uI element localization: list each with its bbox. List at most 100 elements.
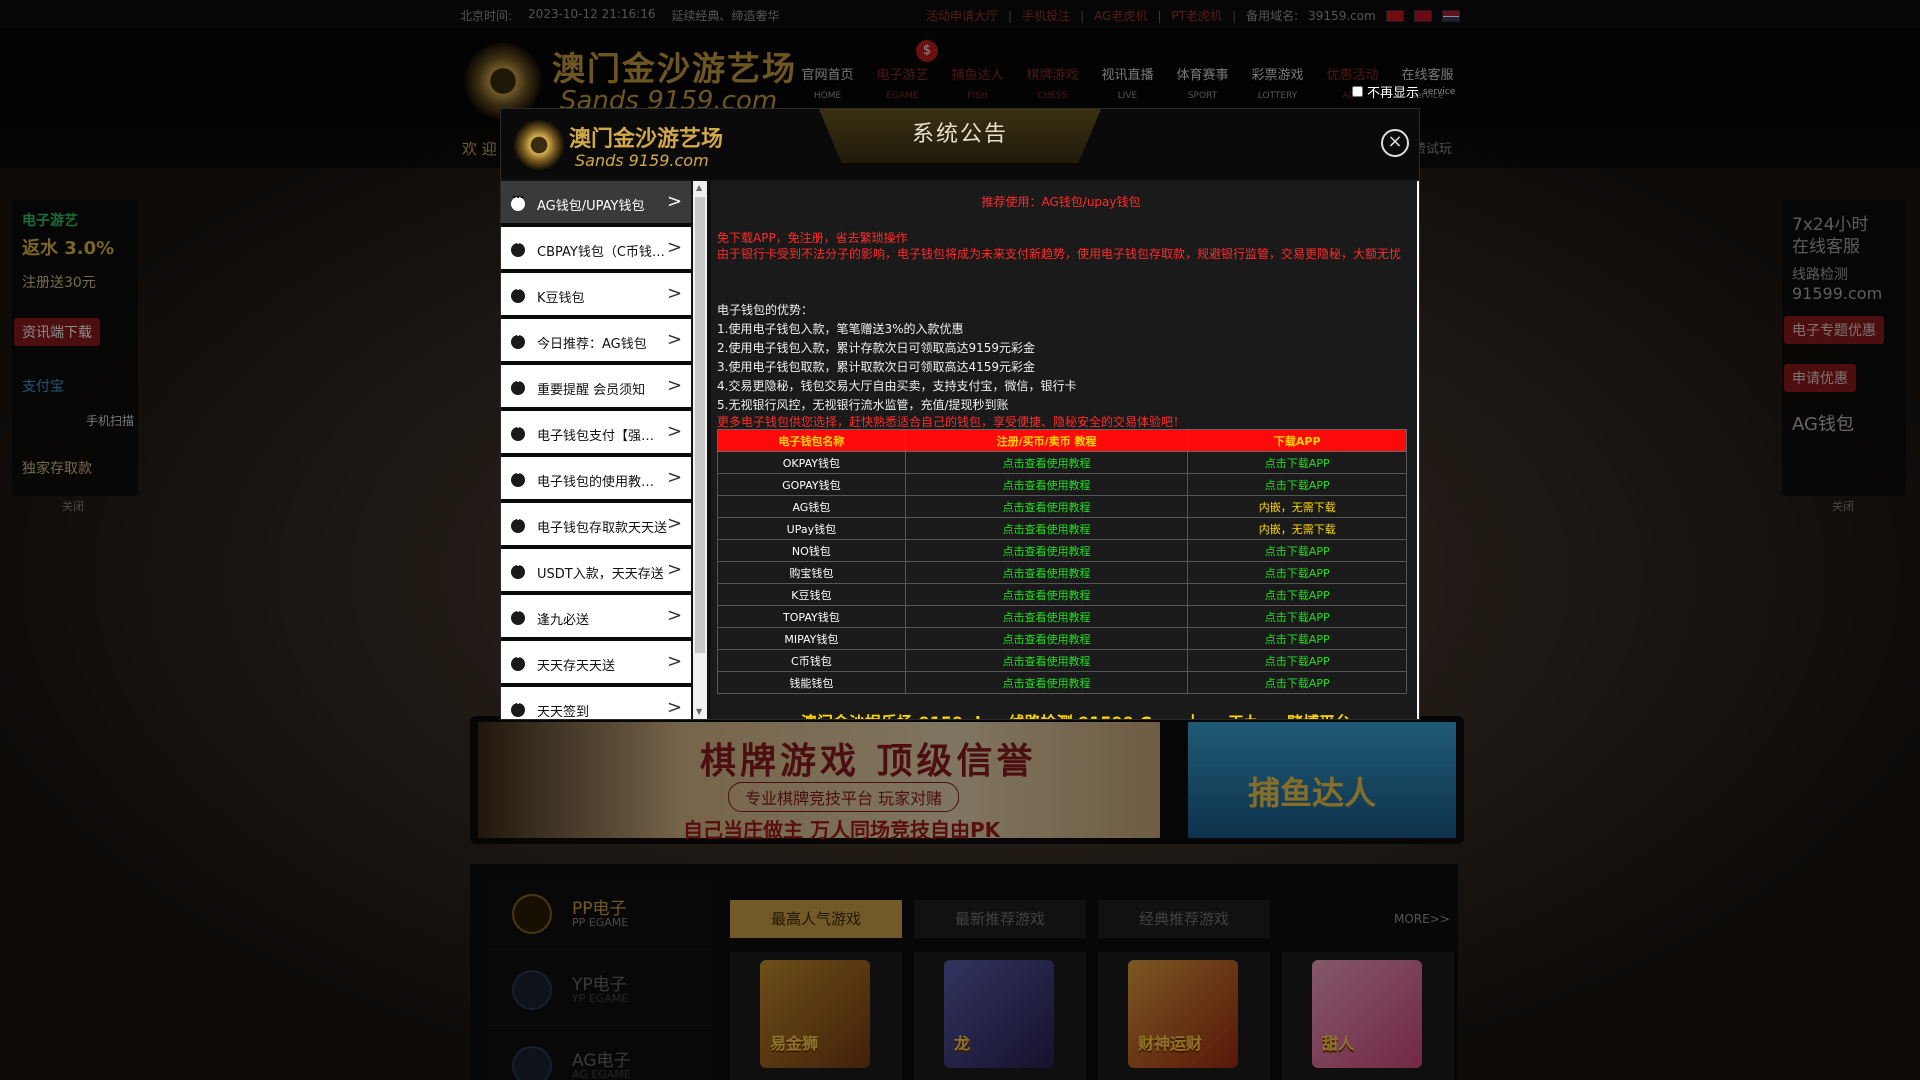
list-item[interactable]: 今日推荐：AG钱包> [501,319,691,363]
list-item[interactable]: 重要提醒 会员须知> [501,365,691,409]
tutorial-link[interactable]: 点击查看使用教程 [904,605,1189,628]
list-item[interactable]: 逢九必送> [501,595,691,639]
service-label: service [1423,86,1456,97]
list-item[interactable]: 电子钱包的使用教程说明> [501,457,691,501]
download-link[interactable]: 点击下载APP [1187,561,1407,584]
chat-icon [511,377,525,395]
chevron-right-icon: > [667,605,683,626]
chat-icon [511,607,525,625]
tutorial-link[interactable]: 点击查看使用教程 [904,627,1189,650]
chevron-right-icon: > [667,237,683,258]
table-row: 钱能钱包 点击查看使用教程 点击下载APP [717,671,1407,694]
chevron-right-icon: > [667,513,683,534]
embedded-note: 内嵌，无需下载 [1187,517,1407,540]
chat-icon [511,653,525,671]
announcement-content: 推荐使用：AG钱包/upay钱包 免下载APP，免注册，省去繁琐操作 由于银行卡… [711,181,1419,719]
chat-icon [511,331,525,349]
modal-logo-cn: 澳门金沙游艺场 [569,126,724,152]
download-link[interactable]: 点击下载APP [1187,539,1407,562]
download-link[interactable]: 点击下载APP [1187,649,1407,672]
chat-icon [511,515,525,533]
recommend-text: 推荐使用：AG钱包/upay钱包 [981,195,1141,209]
chat-icon [511,469,525,487]
table-row: OKPAY钱包 点击查看使用教程 点击下载APP [717,451,1407,474]
tutorial-link[interactable]: 点击查看使用教程 [904,451,1189,474]
download-link[interactable]: 点击下载APP [1187,605,1407,628]
chat-icon [511,423,525,441]
download-link[interactable]: 点击下载APP [1187,583,1407,606]
list-item[interactable]: CBPAY钱包（C币钱包）> [501,227,691,271]
chat-icon [511,193,525,211]
chevron-right-icon: > [667,651,683,672]
table-row: 购宝钱包 点击查看使用教程 点击下载APP [717,561,1407,584]
modal-logo: 澳门金沙游艺场 Sands 9159.com [511,115,751,173]
table-header: 下载APP [1187,429,1407,452]
table-row: TOPAY钱包 点击查看使用教程 点击下载APP [717,605,1407,628]
list-item[interactable]: 天天签到> [501,687,691,719]
no-more-label: 不再显示 [1367,86,1420,101]
list-item[interactable]: 电子钱包存取款天天送> [501,503,691,547]
content-footer: 澳门金沙娱乐场 9159.don 线路检测 91599.Com 大 一 天九 一… [801,709,1351,719]
wallet-table: 电子钱包名称 注册/买币/卖币 教程 下载APP OKPAY钱包 点击查看使用教程… [717,429,1407,694]
chevron-right-icon: > [667,283,683,304]
announcement-list: AG钱包/UPAY钱包> CBPAY钱包（C币钱包）> K豆钱包> 今日推荐：A… [501,181,691,719]
advantage-5: 5.无视银行风控，无视银行流水监管，充值/提现秒到账 [717,398,1009,412]
tutorial-link[interactable]: 点击查看使用教程 [904,561,1189,584]
chat-icon [511,239,525,257]
table-row: K豆钱包 点击查看使用教程 点击下载APP [717,583,1407,606]
chevron-right-icon: > [667,191,683,212]
advantage-2: 2.使用电子钱包入款，累计存款次日可领取高达9159元彩金 [717,341,1035,355]
tutorial-link[interactable]: 点击查看使用教程 [904,517,1189,540]
list-item[interactable]: K豆钱包> [501,273,691,317]
download-link[interactable]: 点击下载APP [1187,671,1407,694]
red-line-1: 免下载APP，免注册，省去繁琐操作 [717,231,908,245]
list-item[interactable]: 电子钱包支付【强烈推荐】> [501,411,691,455]
tutorial-link[interactable]: 点击查看使用教程 [904,649,1189,672]
chevron-right-icon: > [667,697,683,718]
list-item[interactable]: AG钱包/UPAY钱包> [501,181,691,225]
no-more-checkbox[interactable] [1352,86,1363,97]
table-row: NO钱包 点击查看使用教程 点击下载APP [717,539,1407,562]
scrollbar-thumb[interactable] [695,197,705,653]
chevron-right-icon: > [667,559,683,580]
table-header: 注册/买币/卖币 教程 [904,429,1189,452]
announcement-modal: 澳门金沙游艺场 Sands 9159.com 系统公告 × AG钱包/UPAY钱… [500,108,1420,720]
chevron-right-icon: > [667,375,683,396]
tutorial-link[interactable]: 点击查看使用教程 [904,671,1189,694]
table-header: 电子钱包名称 [717,429,906,452]
chat-icon [511,561,525,579]
modal-title: 系统公告 [819,109,1101,163]
sun-logo-icon [511,117,567,173]
close-icon[interactable]: × [1381,129,1409,157]
advantage-4: 4.交易更隐秘，钱包交易大厅自由买卖，支持支付宝，微信，银行卡 [717,379,1077,393]
chevron-right-icon: > [667,421,683,442]
table-row: GOPAY钱包 点击查看使用教程 点击下载APP [717,473,1407,496]
download-link[interactable]: 点击下载APP [1187,627,1407,650]
list-item[interactable]: 天天存天天送> [501,641,691,685]
download-link[interactable]: 点击下载APP [1187,451,1407,474]
modal-logo-en: Sands 9159.com [575,151,709,170]
chat-icon [511,699,525,717]
modal-header: 澳门金沙游艺场 Sands 9159.com 系统公告 × [501,109,1419,179]
table-row: C币钱包 点击查看使用教程 点击下载APP [717,649,1407,672]
scroll-up-icon[interactable]: ▲ [696,183,702,192]
scroll-down-icon[interactable]: ▼ [696,707,702,716]
advantage-1: 1.使用电子钱包入款，笔笔赠送3%的入款优惠 [717,322,964,336]
tutorial-link[interactable]: 点击查看使用教程 [904,583,1189,606]
table-row: UPay钱包 点击查看使用教程 内嵌，无需下载 [717,517,1407,540]
table-row: MIPAY钱包 点击查看使用教程 点击下载APP [717,627,1407,650]
chevron-right-icon: > [667,329,683,350]
red-paragraph: 由于银行卡受到不法分子的影响，电子钱包将成为未来支付新趋势，使用电子钱包存取款，… [717,247,1402,261]
list-scrollbar[interactable]: ▲ ▼ [693,181,707,719]
tutorial-link[interactable]: 点击查看使用教程 [904,495,1189,518]
tutorial-link[interactable]: 点击查看使用教程 [904,539,1189,562]
tutorial-link[interactable]: 点击查看使用教程 [904,473,1189,496]
embedded-note: 内嵌，无需下载 [1187,495,1407,518]
no-more-toggle[interactable]: 不再显示 service [1352,82,1455,101]
download-link[interactable]: 点击下载APP [1187,473,1407,496]
advantages-title: 电子钱包的优势： [717,303,814,317]
chevron-right-icon: > [667,467,683,488]
table-row: AG钱包 点击查看使用教程 内嵌，无需下载 [717,495,1407,518]
list-item[interactable]: USDT入款，天天存送> [501,549,691,593]
more-wallets-text: 更多电子钱包供您选择，赶快熟悉适合自己的钱包，享受便捷、隐秘安全的交易体验吧！ [717,415,1186,429]
